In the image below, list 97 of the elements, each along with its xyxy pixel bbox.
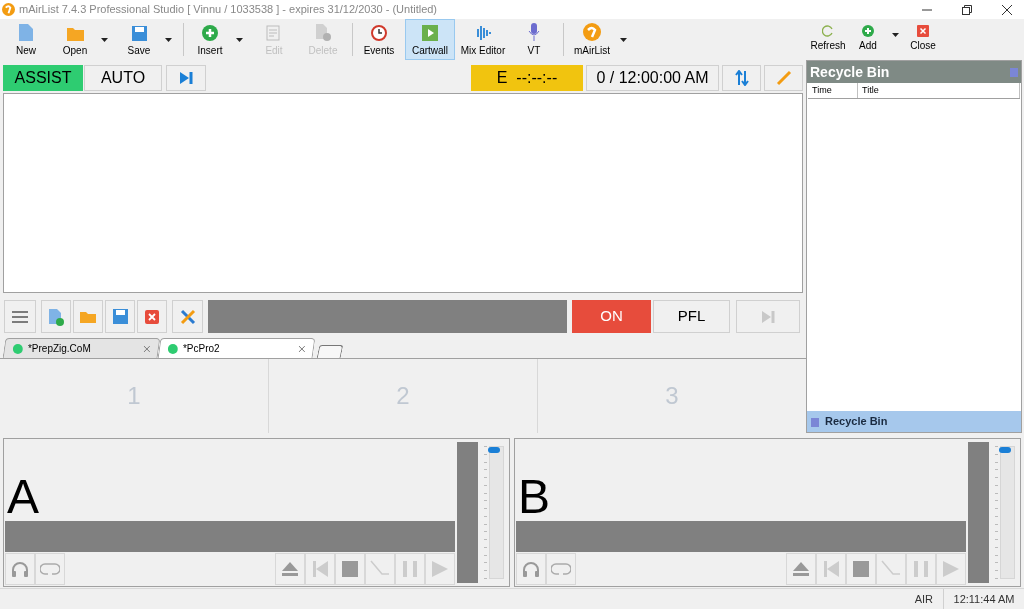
pfl-button[interactable]: PFL: [653, 300, 730, 333]
toolbar-button[interactable]: Refresh: [808, 19, 848, 60]
stop-icon: [851, 559, 871, 580]
status-dot-icon: [12, 343, 23, 354]
transport-button[interactable]: [275, 553, 305, 585]
open-button[interactable]: [73, 300, 103, 333]
play-icon: [941, 559, 961, 580]
menu-button[interactable]: [4, 300, 36, 333]
trash-icon: [811, 416, 819, 427]
pause-icon: [400, 559, 420, 580]
dropdown-caret-icon[interactable]: [165, 37, 172, 42]
pause-icon: [911, 559, 931, 580]
edit-button[interactable]: [764, 65, 803, 91]
sort-button[interactable]: [722, 65, 761, 91]
dropdown-caret-icon[interactable]: [101, 37, 108, 42]
alarm-clock-icon: [370, 22, 388, 41]
on-air-button[interactable]: ON: [572, 300, 651, 333]
transport-button[interactable]: [846, 553, 876, 585]
panel-title: Recycle Bin: [810, 62, 890, 82]
restore-icon[interactable]: [962, 4, 972, 15]
headphones-icon: [521, 560, 541, 579]
plus-circle-icon: [862, 25, 874, 37]
close-icon: [145, 309, 159, 324]
dropdown-caret-icon[interactable]: [892, 33, 899, 37]
app-logo-icon: [583, 22, 601, 41]
menu-icon: [12, 310, 28, 323]
skip-next-icon: [179, 71, 193, 85]
transport-button[interactable]: [335, 553, 365, 585]
close-icon: [917, 25, 929, 37]
loop-icon: [551, 562, 571, 577]
volume-fader-track[interactable]: [1000, 446, 1015, 579]
tools-icon: [179, 308, 196, 325]
mode-button[interactable]: AUTO: [84, 65, 162, 91]
dropdown-caret-icon[interactable]: [236, 37, 243, 42]
toolbar-button[interactable]: Events: [356, 19, 402, 60]
sort-arrows-icon: [733, 70, 750, 86]
refresh-icon: [822, 25, 834, 37]
edit-list-icon: [266, 24, 282, 41]
close-icon[interactable]: [1002, 4, 1012, 15]
toolbar-button[interactable]: Cartwall: [405, 19, 455, 60]
pfl-button[interactable]: [5, 553, 35, 585]
plus-circle-icon: [202, 24, 218, 41]
toolbar-button[interactable]: Open: [52, 19, 113, 60]
new-playlist-button[interactable]: [41, 300, 71, 333]
new-tab-button[interactable]: [316, 345, 344, 358]
close-tab-icon[interactable]: [298, 345, 305, 352]
play-square-icon: [422, 24, 438, 41]
status-clock: 12:11:44 AM: [952, 591, 1016, 607]
folder-icon: [80, 309, 96, 324]
skip-back-icon: [310, 559, 330, 580]
window-title: mAirList 7.4.3 Professional Studio [ Vinnu / 1033538 ] - expires 31/12/2030 - (Untitled): [19, 2, 438, 18]
clock-display: 0 / 12:00:00 AM: [586, 65, 719, 91]
toolbar-button[interactable]: Mix Editor: [458, 19, 508, 60]
loop-button[interactable]: [546, 553, 576, 585]
skip-back-icon: [821, 559, 841, 580]
cartwall-tab[interactable]: *PrepZig.CoM: [2, 338, 161, 358]
volume-fader-thumb[interactable]: [999, 447, 1011, 453]
pencil-icon: [775, 70, 792, 86]
clear-button[interactable]: [137, 300, 167, 333]
toolbar-button[interactable]: Insert: [187, 19, 248, 60]
volume-fader-thumb[interactable]: [488, 447, 500, 453]
player-label: A: [6, 469, 40, 522]
volume-fader-track[interactable]: [489, 446, 504, 579]
loop-button[interactable]: [35, 553, 65, 585]
mode-button[interactable]: ASSIST: [3, 65, 83, 91]
new-file-icon: [48, 307, 64, 326]
status-text: AIR: [904, 589, 944, 609]
trash-icon: [1010, 67, 1018, 77]
close-tab-icon[interactable]: [143, 345, 150, 352]
toolbar-button[interactable]: New: [3, 19, 49, 60]
document-icon: [19, 23, 33, 41]
toolbar-button[interactable]: Save: [116, 19, 177, 60]
headphones-icon: [10, 560, 30, 579]
toolbar-button[interactable]: Add: [848, 19, 903, 60]
status-dot-icon: [167, 343, 178, 354]
play-icon: [430, 559, 450, 580]
save-button[interactable]: [105, 300, 135, 333]
loop-icon: [40, 562, 60, 577]
tools-button[interactable]: [172, 300, 203, 333]
pfl-button[interactable]: [516, 553, 546, 585]
toolbar-button[interactable]: Close: [903, 19, 943, 60]
skip-next-icon: [761, 309, 775, 324]
end-time-display: E --:--:--: [471, 65, 583, 91]
delete-file-icon: [315, 23, 331, 41]
player-label: B: [517, 469, 551, 522]
folder-icon: [66, 26, 84, 41]
cartwall-tab[interactable]: *PcPro2: [157, 338, 316, 358]
column-header[interactable]: Title: [858, 83, 1020, 98]
skip-button[interactable]: [166, 65, 206, 91]
stop-icon: [340, 559, 360, 580]
column-header[interactable]: Time: [808, 83, 858, 98]
transport-button[interactable]: [786, 553, 816, 585]
toolbar-button[interactable]: VT: [511, 19, 557, 60]
toolbar-button[interactable]: mAirList: [567, 19, 632, 60]
waveform-icon: [474, 24, 492, 41]
microphone-icon: [528, 22, 540, 41]
dropdown-caret-icon[interactable]: [620, 37, 627, 42]
